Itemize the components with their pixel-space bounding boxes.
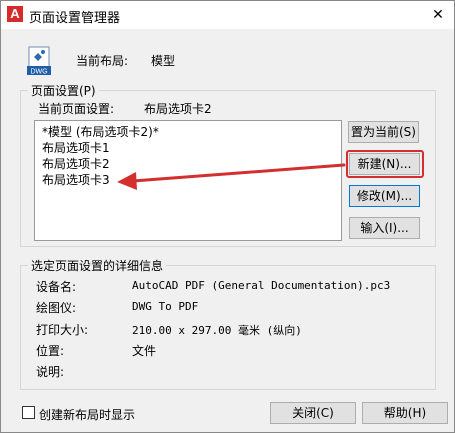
plot-size-value: 210.00 x 297.00 毫米 (纵向) <box>132 324 302 337</box>
list-item[interactable]: 布局选项卡2 <box>35 156 341 172</box>
details-group-title: 选定页面设置的详细信息 <box>28 257 167 274</box>
location-value: 文件 <box>132 344 157 358</box>
close-button[interactable]: 关闭(C) <box>270 402 356 424</box>
plotter-value: DWG To PDF <box>132 300 199 313</box>
set-current-button[interactable]: 置为当前(S) <box>348 121 419 143</box>
page-setup-list[interactable]: *模型 (布局选项卡2)* 布局选项卡1 布局选项卡2 布局选项卡3 <box>34 120 342 241</box>
list-item[interactable]: 布局选项卡1 <box>35 140 341 156</box>
description-label: 说明: <box>36 365 65 379</box>
show-on-create-checkbox[interactable] <box>22 406 35 419</box>
modify-button[interactable]: 修改(M)... <box>349 185 420 207</box>
close-icon[interactable]: ✕ <box>428 5 448 25</box>
show-on-create-label: 创建新布局时显示 <box>39 408 136 422</box>
import-button[interactable]: 输入(I)... <box>349 217 420 239</box>
page-setups-group-title: 页面设置(P) <box>28 82 99 99</box>
help-button[interactable]: 帮助(H) <box>362 402 448 424</box>
current-page-setup-value: 布局选项卡2 <box>144 102 212 116</box>
current-layout-label: 当前布局: <box>76 54 129 68</box>
title-bar: A 页面设置管理器 ✕ <box>1 1 454 29</box>
location-label: 位置: <box>36 344 65 358</box>
annotation-highlight-box <box>346 150 424 178</box>
plot-size-label: 打印大小: <box>36 323 89 337</box>
autocad-icon: A <box>7 6 23 22</box>
device-name-value: AutoCAD PDF (General Documentation).pc3 <box>132 279 391 292</box>
plotter-label: 绘图仪: <box>36 301 77 315</box>
page-setup-manager-dialog: A 页面设置管理器 ✕ DWG 当前布局: 模型 页面设置(P) 当前页面设置:… <box>0 0 455 433</box>
list-item[interactable]: 布局选项卡3 <box>35 172 341 188</box>
current-layout-value: 模型 <box>151 54 176 68</box>
device-name-label: 设备名: <box>36 280 77 294</box>
svg-text:DWG: DWG <box>30 69 47 76</box>
list-item[interactable]: *模型 (布局选项卡2)* <box>35 124 341 140</box>
layout-file-icon: DWG <box>27 46 51 76</box>
window-title: 页面设置管理器 <box>29 11 121 26</box>
current-page-setup-label: 当前页面设置: <box>38 102 115 116</box>
